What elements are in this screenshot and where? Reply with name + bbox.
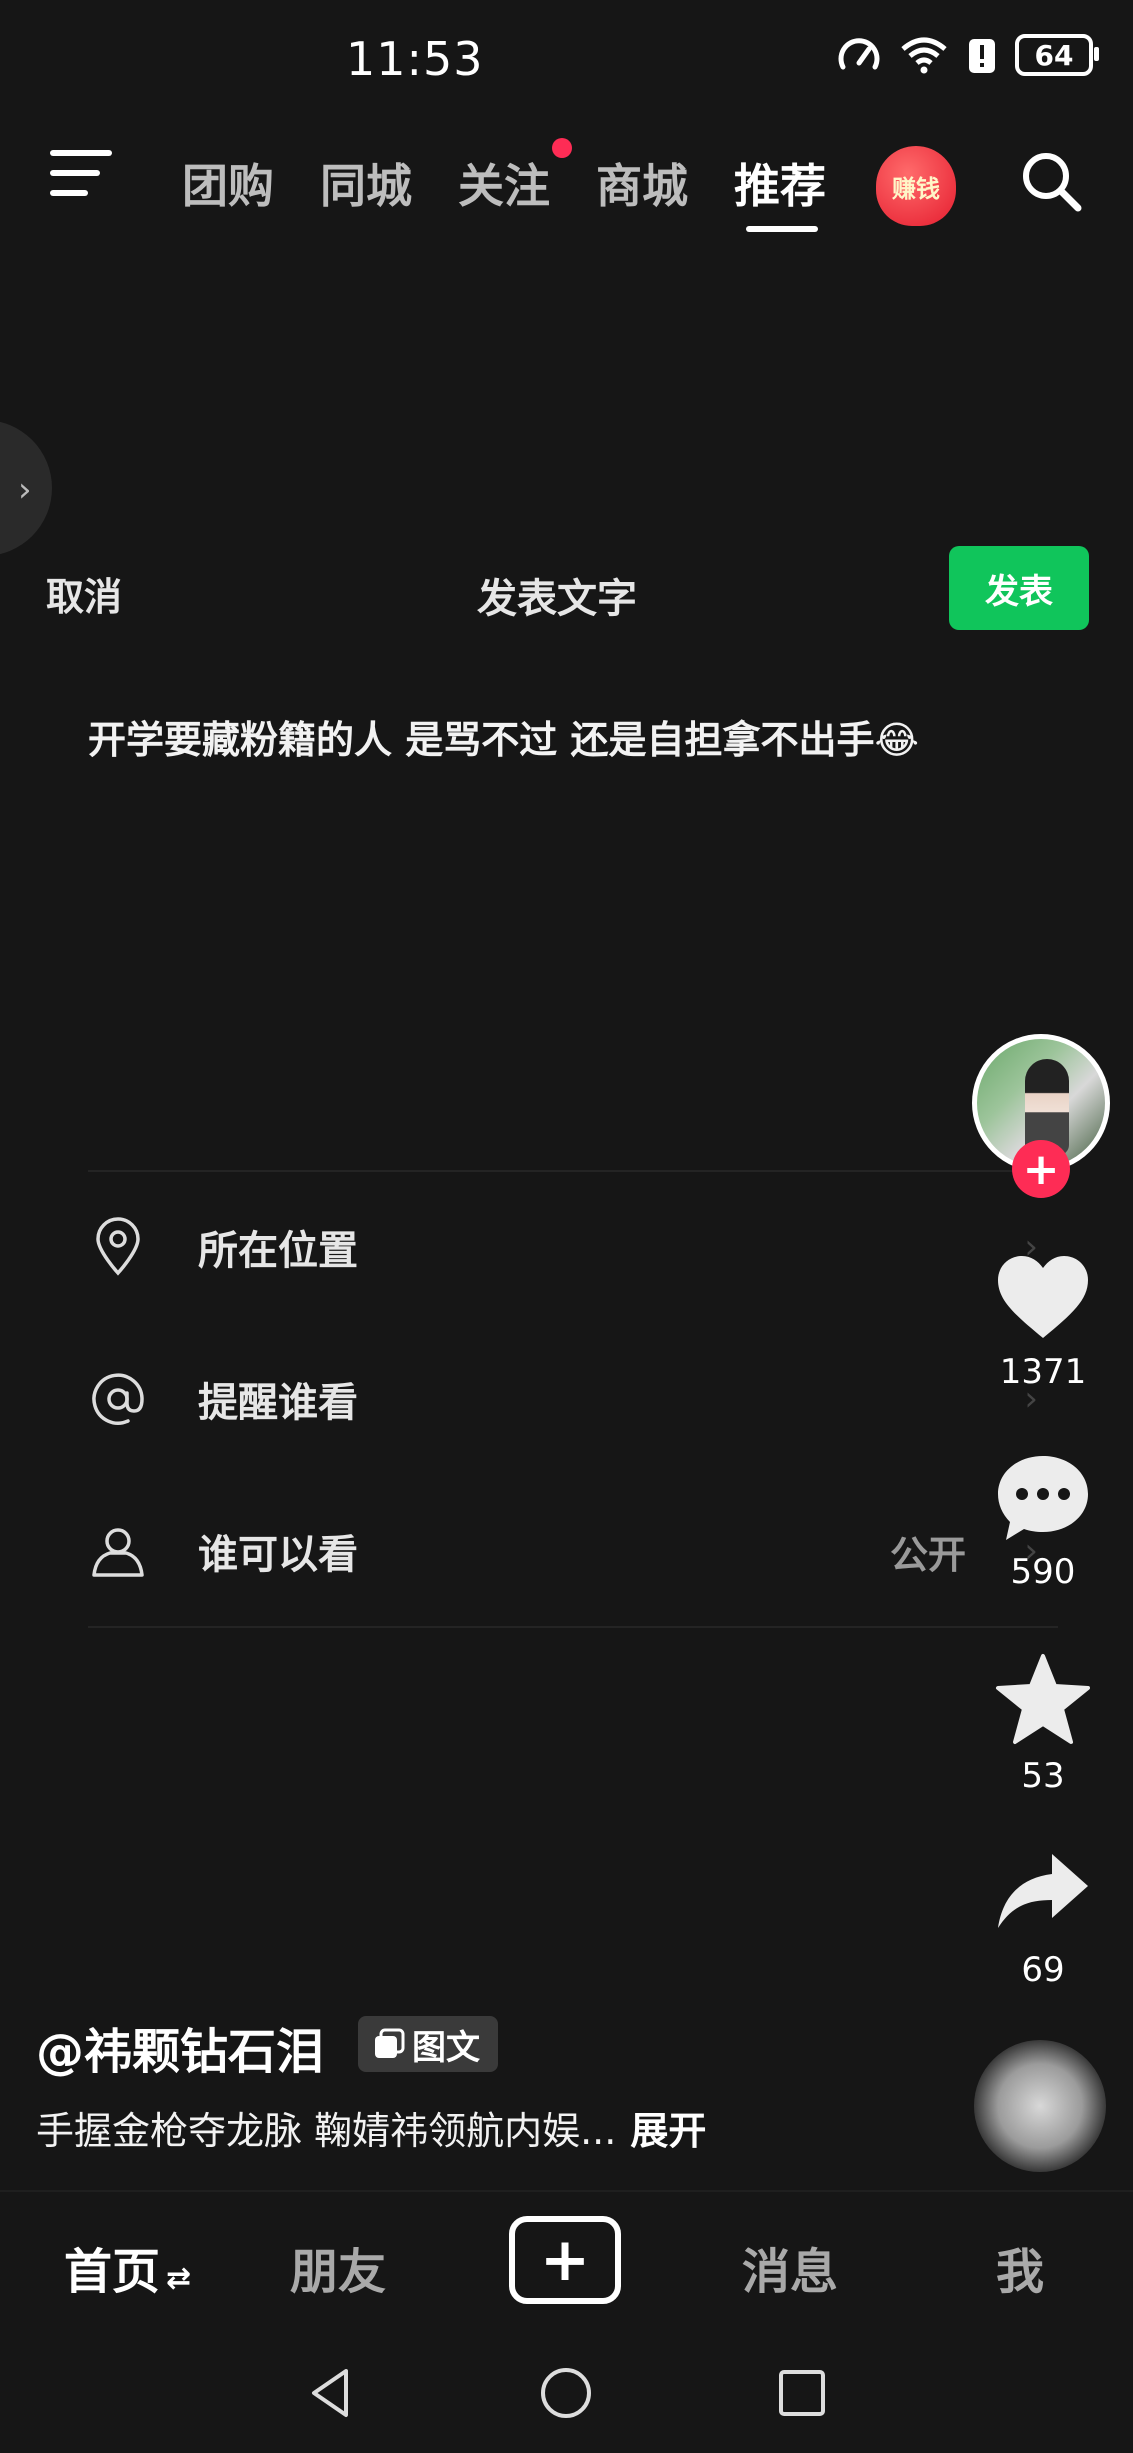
top-tabs: 团购 同城 关注 商城 推荐 — [182, 138, 872, 232]
caption-body: 手握金枪夺龙脉 鞠婧祎领航内娱... — [36, 2109, 617, 2153]
status-icons: 64 — [837, 34, 1099, 76]
tab-group-buy[interactable]: 团购 — [182, 150, 320, 216]
cancel-button[interactable]: 取消 — [46, 566, 122, 621]
wifi-icon — [901, 37, 947, 74]
notification-dot — [552, 138, 572, 158]
chevron-right-icon: › — [18, 470, 32, 510]
speed-icon — [838, 38, 880, 70]
like-heart-icon[interactable] — [994, 1250, 1092, 1348]
caption-text[interactable]: 手握金枪夺龙脉 鞠婧祎领航内娱... 展开 — [36, 2100, 706, 2155]
tab-nearby[interactable]: 同城 — [320, 150, 458, 216]
swap-icon: ⇄ — [166, 2261, 192, 2296]
post-text-input[interactable]: 开学要藏粉籍的人 是骂不过 还是自担拿不出手😂 — [88, 712, 1068, 768]
setting-label: 所在位置 — [198, 1228, 358, 1274]
alert-icon — [969, 39, 995, 73]
setting-location[interactable]: 所在位置 › — [88, 1202, 1058, 1292]
tab-mall[interactable]: 商城 — [596, 150, 734, 216]
create-post-button[interactable]: + — [509, 2216, 621, 2304]
setting-mention[interactable]: 提醒谁看 › — [88, 1354, 1058, 1444]
chip-label: 图文 — [412, 2027, 480, 2068]
tab-messages[interactable]: 消息 — [742, 2232, 838, 2302]
tab-home[interactable]: 首页 ⇄ — [64, 2232, 191, 2302]
divider — [88, 1170, 1058, 1172]
search-icon[interactable] — [1020, 150, 1082, 212]
setting-label: 谁可以看 — [198, 1532, 358, 1578]
home-icon[interactable] — [536, 2363, 596, 2423]
setting-label: 提醒谁看 — [198, 1380, 358, 1426]
setting-visibility[interactable]: 谁可以看 公开 › — [88, 1506, 1058, 1596]
tab-me[interactable]: 我 — [996, 2232, 1044, 2302]
share-count: 69 — [1021, 1950, 1065, 1990]
publish-button[interactable]: 发表 — [949, 546, 1089, 630]
follow-button[interactable]: + — [1012, 1140, 1070, 1198]
at-icon — [92, 1373, 144, 1425]
battery-indicator: 64 — [1015, 34, 1099, 76]
like-count: 1371 — [999, 1352, 1087, 1392]
image-text-chip: 图文 — [358, 2016, 498, 2072]
tab-recommended[interactable]: 推荐 — [734, 150, 872, 232]
earn-money-badge[interactable]: 赚钱 — [876, 146, 956, 226]
visibility-value: 公开 — [889, 1532, 966, 1577]
share-arrow-icon[interactable] — [994, 1846, 1092, 1944]
tab-friends[interactable]: 朋友 — [290, 2232, 386, 2302]
back-icon[interactable] — [302, 2363, 362, 2423]
comment-icon[interactable] — [994, 1450, 1092, 1548]
favorite-star-icon[interactable] — [994, 1652, 1092, 1750]
music-disc[interactable] — [974, 2040, 1106, 2172]
page-title: 发表文字 — [477, 576, 637, 622]
expand-button[interactable]: 展开 — [630, 2109, 706, 2153]
image-text-icon — [375, 2028, 405, 2058]
divider — [88, 1626, 1058, 1628]
author-name[interactable]: @祎颗钻石泪 — [36, 2012, 324, 2082]
recent-apps-icon[interactable] — [772, 2363, 832, 2423]
tab-following[interactable]: 关注 — [458, 150, 596, 216]
status-time: 11:53 — [346, 32, 484, 86]
menu-icon[interactable] — [50, 150, 112, 202]
location-pin-icon — [96, 1217, 140, 1276]
favorite-count: 53 — [1021, 1756, 1065, 1796]
comment-count: 590 — [1010, 1552, 1076, 1592]
person-icon — [92, 1528, 144, 1577]
